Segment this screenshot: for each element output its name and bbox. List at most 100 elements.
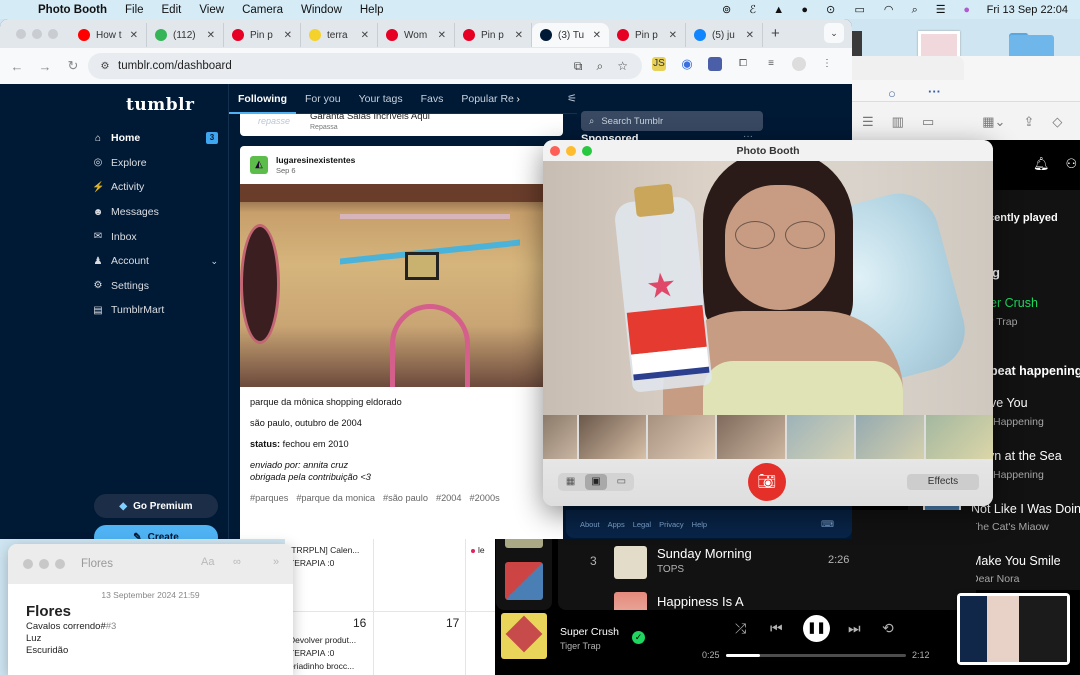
browser-tab[interactable]: (112) ✕ (147, 23, 224, 47)
group-icon[interactable]: ▦⌄ (982, 114, 1005, 130)
browser-tab[interactable]: (5) ju ✕ (686, 23, 763, 47)
progress-bar[interactable] (726, 654, 906, 657)
ad-card[interactable]: repasse Garanta Salas Incríveis Aqui Rep… (240, 114, 563, 136)
extensions-puzzle-icon[interactable]: ⧠ (736, 57, 750, 71)
zoom-button[interactable] (48, 28, 58, 39)
take-photo-button[interactable]: 📷︎ (748, 463, 786, 501)
install-app-icon[interactable]: ⧉ (574, 59, 583, 74)
forward-icon[interactable]: → (34, 59, 56, 74)
footer-link-apps[interactable]: Apps (608, 520, 625, 529)
recent-track-title[interactable]: vn at the Sea (988, 449, 1062, 463)
recent-track-title[interactable]: er Crush (990, 296, 1038, 310)
sidebar-item-messages[interactable]: ☻ Messages (92, 200, 222, 225)
column-view-icon[interactable]: ▥ (892, 114, 904, 130)
calendar-day[interactable]: 17 (446, 616, 459, 630)
menu-app-name[interactable]: Photo Booth (38, 4, 107, 16)
notification-badge-icon[interactable]: ● (799, 4, 811, 16)
menu-edit[interactable]: Edit (162, 4, 182, 16)
pause-button[interactable]: ❚❚ (803, 615, 830, 642)
footer-link-privacy[interactable]: Privacy (659, 520, 684, 529)
close-tab-icon[interactable]: ✕ (130, 30, 138, 41)
recent-track-artist[interactable]: The Cat's Miaow (971, 521, 1049, 533)
photo-thumbnail[interactable] (856, 415, 924, 459)
note-line[interactable]: Luz (26, 633, 293, 645)
photo-thumbnail[interactable] (648, 415, 716, 459)
single-photo-mode-icon[interactable]: ▣ (584, 474, 607, 490)
calendar-event[interactable]: TERAPIA :0 (289, 648, 334, 658)
calendar-event[interactable]: eriadinho brocc... (289, 661, 354, 671)
go-premium-button[interactable]: ◆ Go Premium (94, 494, 218, 518)
photo-thumbnail[interactable] (786, 415, 855, 459)
track-title[interactable]: Sunday Morning (657, 546, 752, 561)
menu-view[interactable]: View (199, 4, 224, 16)
close-tab-icon[interactable]: ✕ (515, 30, 523, 41)
chevron-down-icon[interactable]: ⌄ (210, 256, 218, 267)
recent-track-artist[interactable]: r Trap (990, 316, 1017, 328)
minimize-button[interactable] (32, 28, 42, 39)
reload-icon[interactable]: ↻ (62, 58, 84, 74)
calendar-event[interactable]: le (471, 545, 485, 555)
post-photo[interactable] (240, 184, 563, 387)
tab-your-tags[interactable]: Your tags (350, 84, 412, 114)
menu-clock[interactable]: Fri 13 Sep 22:04 (987, 4, 1068, 16)
expand-toolbar-icon[interactable]: » (273, 556, 279, 568)
calendar-event[interactable]: Devolver produt... (289, 635, 356, 645)
tab-popular[interactable]: Popular Re (452, 84, 514, 114)
site-info-icon[interactable]: ⚙ (92, 61, 118, 72)
close-tab-icon[interactable]: ✕ (207, 30, 215, 41)
image-extension-icon[interactable] (708, 57, 722, 71)
photo-thumbnail[interactable] (925, 415, 993, 459)
previous-icon[interactable]: ⏮︎ (770, 620, 783, 637)
js-extension-icon[interactable]: JS (652, 57, 666, 71)
zoom-icon[interactable]: ⌕ (597, 59, 604, 74)
recent-track-artist[interactable]: Happening (993, 469, 1044, 481)
close-button[interactable] (16, 28, 26, 39)
tab-for-you[interactable]: For you (296, 84, 350, 114)
screenshot-preview-thumbnail[interactable] (957, 593, 1070, 665)
zoom-button[interactable] (55, 559, 65, 569)
search-icon[interactable]: ⌕ (909, 4, 921, 16)
note-content[interactable]: Flores Cavalos correndo##3 Luz Escuridão (8, 600, 293, 658)
comment-icon[interactable]: ○ (888, 86, 896, 101)
grid-mode-icon[interactable]: ▦ (560, 474, 582, 490)
note-line[interactable]: Escuridão (26, 645, 293, 657)
track-artist[interactable]: TOPS (657, 564, 684, 575)
browser-tab[interactable]: (3) Tu ✕ (532, 23, 609, 47)
photo-thumbnail[interactable] (717, 415, 785, 459)
recent-track-artist[interactable]: Dear Nora (971, 573, 1019, 585)
sidebar-item-home[interactable]: ⌂ Home 3 (92, 126, 222, 151)
recent-track-title[interactable]: ve You (990, 396, 1028, 410)
close-tab-icon[interactable]: ✕ (746, 30, 754, 41)
tab-following[interactable]: Following (229, 84, 296, 114)
footer-link-about[interactable]: About (580, 520, 600, 529)
notifications-bell-icon[interactable]: 🔔︎ (1033, 156, 1050, 172)
photo-thumbnail[interactable] (543, 415, 577, 459)
video-mode-icon[interactable]: ▭ (610, 474, 632, 490)
close-tab-icon[interactable]: ✕ (438, 30, 446, 41)
address-bar[interactable]: ⚙ tumblr.com/dashboard ⧉ ⌕ ☆ (88, 53, 642, 79)
close-tab-icon[interactable]: ✕ (361, 30, 369, 41)
post-tag[interactable]: #2004 (436, 493, 462, 503)
collaborate-icon[interactable]: ∞ (233, 556, 241, 568)
back-icon[interactable]: ← (6, 59, 28, 74)
playlist-heading[interactable]: beat happening (990, 364, 1080, 378)
bookmark-star-icon[interactable]: ☆ (617, 59, 628, 74)
script-icon[interactable]: ℰ (747, 4, 759, 16)
browser-tab[interactable]: How t ✕ (70, 23, 147, 47)
footer-link-legal[interactable]: Legal (633, 520, 651, 529)
repeat-icon[interactable]: ⟲ (882, 620, 894, 637)
note-line[interactable]: Cavalos correndo##3 (26, 621, 293, 633)
friend-activity-icon[interactable]: ⚇ (1066, 156, 1078, 172)
recent-track-artist[interactable]: Happening (993, 416, 1044, 428)
close-tab-icon[interactable]: ✕ (284, 30, 292, 41)
battery-icon[interactable]: ▭ (851, 4, 869, 16)
browser-tab[interactable]: Pin p ✕ (609, 23, 686, 47)
track-title[interactable]: Happiness Is A (657, 594, 744, 609)
text-format-icon[interactable]: Aa (201, 556, 214, 568)
next-icon[interactable]: ⏭︎ (848, 620, 861, 637)
footer-link-help[interactable]: Help (692, 520, 707, 529)
post-tag[interactable]: #parques (250, 493, 288, 503)
create-button[interactable]: ✎ Create (94, 525, 218, 539)
calendar-day[interactable]: 16 (353, 616, 366, 630)
siri-icon[interactable]: ● (961, 4, 973, 16)
